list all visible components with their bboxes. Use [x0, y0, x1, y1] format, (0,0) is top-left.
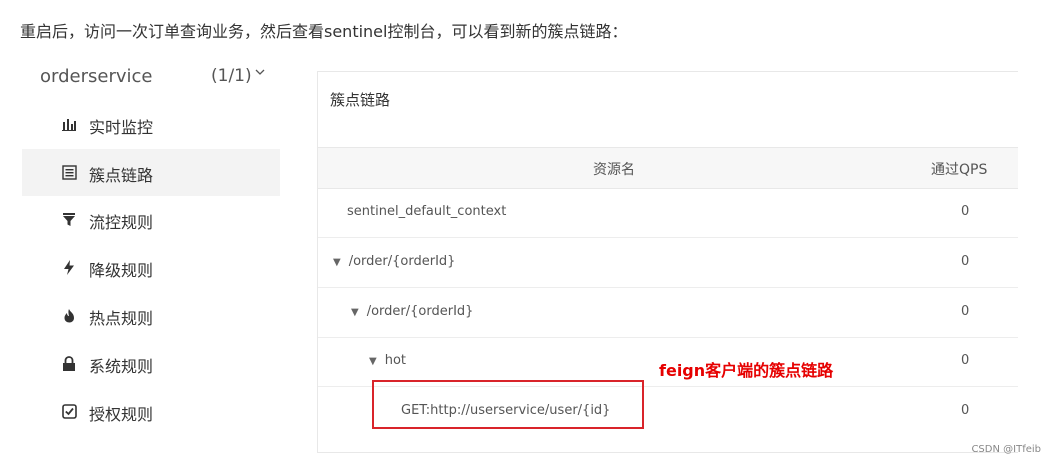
panel-title: 簇点链路 [330, 91, 391, 109]
column-header-qps: 通过QPS [931, 162, 988, 178]
sidebar-item-label: 降级规则 [89, 261, 154, 280]
table-row[interactable]: sentinel_default_context 0 [318, 188, 1018, 238]
resource-name-wrapper: ▼ hot [369, 353, 406, 368]
sidebar-item-auth-rules[interactable]: 授权规则 [22, 388, 280, 435]
sidebar-item-realtime-monitor[interactable]: 实时监控 [22, 101, 280, 148]
resource-name: sentinel_default_context [347, 204, 507, 219]
sidebar-item-label: 簇点链路 [89, 166, 154, 185]
sidebar-item-hot-rules[interactable]: 热点规则 [22, 292, 280, 339]
list-icon [60, 163, 78, 181]
caret-down-icon[interactable]: ▼ [369, 356, 377, 367]
bar-chart-icon [60, 115, 78, 133]
resource-name: hot [384, 353, 406, 368]
filter-icon [60, 210, 78, 228]
intro-text: 重启后，访问一次订单查询业务，然后查看sentinel控制台，可以看到新的簇点链… [20, 22, 628, 41]
sidebar-item-label: 热点规则 [89, 309, 154, 328]
sidebar-item-cluster-link[interactable]: 簇点链路 [22, 149, 280, 196]
table-row[interactable]: ▼ /order/{orderId} 0 [318, 288, 1018, 338]
lock-icon [60, 354, 78, 372]
sidebar-item-system-rules[interactable]: 系统规则 [22, 340, 280, 387]
resource-name: /order/{orderId} [348, 254, 456, 269]
resource-name-wrapper: ▼ /order/{orderId} [351, 304, 473, 319]
qps-value: 0 [961, 204, 970, 219]
qps-value: 0 [961, 353, 970, 368]
chevron-down-icon[interactable] [255, 65, 265, 79]
app-selector[interactable]: orderservice (1/1) [22, 55, 280, 101]
column-header-resource: 资源名 [593, 162, 635, 178]
sidebar-item-label: 流控规则 [89, 213, 154, 232]
sidebar: orderservice (1/1) 实时监控 簇点链路 流控规则 降级规则 热… [22, 55, 280, 439]
annotation-label: feign客户端的簇点链路 [659, 361, 834, 380]
table-header: 资源名 通过QPS [318, 147, 1018, 189]
table-row[interactable]: ▼ /order/{orderId} 0 [318, 238, 1018, 288]
qps-value: 0 [961, 304, 970, 319]
sidebar-item-label: 授权规则 [89, 405, 154, 424]
fire-icon [60, 306, 78, 324]
resource-name-wrapper: ▼ /order/{orderId} [333, 254, 455, 269]
resource-name: /order/{orderId} [366, 304, 474, 319]
app-name: orderservice [40, 66, 153, 87]
app-count: (1/1) [211, 66, 252, 86]
sidebar-item-label: 系统规则 [89, 357, 154, 376]
watermark: CSDN @ITfeib [971, 444, 1041, 455]
caret-down-icon[interactable]: ▼ [333, 257, 341, 268]
sidebar-item-label: 实时监控 [89, 118, 154, 137]
check-square-icon [60, 402, 78, 420]
qps-value: 0 [961, 254, 970, 269]
qps-value: 0 [961, 403, 970, 418]
lightning-icon [60, 258, 78, 276]
annotation-highlight-box [372, 380, 644, 429]
caret-down-icon[interactable]: ▼ [351, 307, 359, 318]
sidebar-item-degrade-rules[interactable]: 降级规则 [22, 244, 280, 291]
sidebar-item-flow-rules[interactable]: 流控规则 [22, 196, 280, 243]
